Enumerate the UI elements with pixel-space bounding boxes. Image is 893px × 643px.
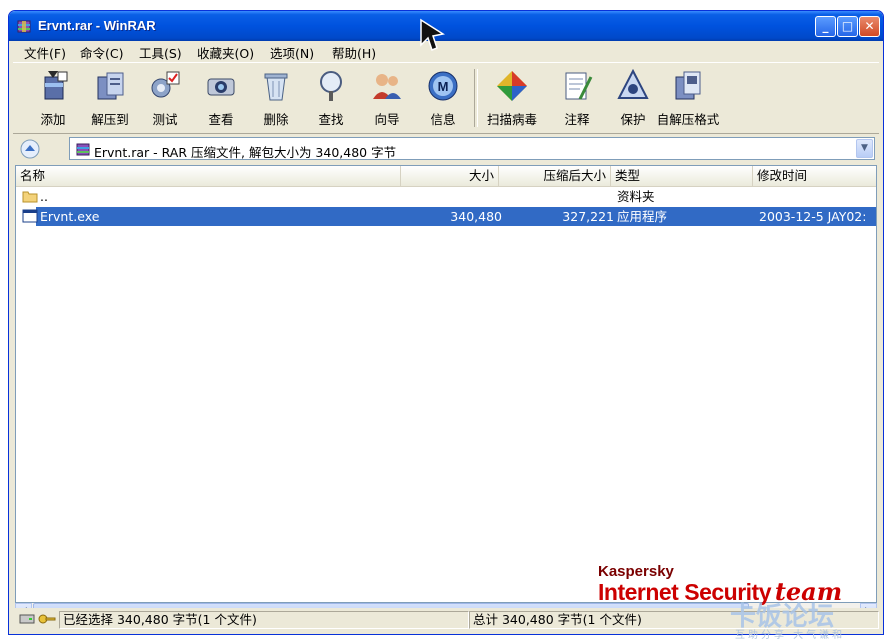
extract-to-button[interactable]: 解压到 <box>82 67 138 129</box>
comment-label: 注释 <box>564 112 590 127</box>
svg-text:M: M <box>438 79 449 94</box>
sfx-label: 自解压格式 <box>656 112 720 127</box>
file-list[interactable]: 名称 大小 压缩后大小 类型 修改时间 .. 资料夹 Ervnt.exe 340… <box>15 165 877 603</box>
file-modified: 2003-12-5 JAY02: <box>759 209 867 224</box>
key-icon[interactable] <box>38 613 56 625</box>
comment-button[interactable]: 注释 <box>549 67 605 129</box>
file-packed-size: 327,221 <box>562 209 614 224</box>
menu-file[interactable]: 文件(F) <box>24 43 66 62</box>
wizard-button[interactable]: 向导 <box>359 67 415 129</box>
menu-options[interactable]: 选项(N) <box>270 43 314 62</box>
delete-button[interactable]: 删除 <box>248 67 304 129</box>
test-icon <box>151 71 180 98</box>
column-modified[interactable]: 修改时间 <box>753 166 878 186</box>
protect-icon <box>617 69 649 99</box>
find-label: 查找 <box>318 112 344 127</box>
winrar-app-icon <box>17 20 31 33</box>
mouse-cursor-icon <box>420 18 445 51</box>
add-label: 添加 <box>40 112 66 127</box>
view-label: 查看 <box>208 112 234 127</box>
view-button[interactable]: 查看 <box>193 67 249 129</box>
status-selected-text: 已经选择 340,480 字节(1 个文件) <box>63 612 257 627</box>
sfx-icon <box>675 71 701 100</box>
sfx-button[interactable]: 自解压格式 <box>653 67 723 129</box>
winrar-window: Ervnt.rar - WinRAR _ □ ✕ 文件(F) 命令(C) 工具(… <box>8 10 884 635</box>
maximize-button[interactable]: □ <box>837 16 858 37</box>
address-field[interactable]: Ervnt.rar - RAR 压缩文件, 解包大小为 340,480 字节 ▼ <box>69 137 875 160</box>
extract-icon <box>97 72 124 100</box>
menu-help[interactable]: 帮助(H) <box>332 43 376 62</box>
drive-icon[interactable] <box>19 613 35 625</box>
find-icon <box>320 71 342 101</box>
folder-icon <box>22 191 38 203</box>
wizard-label: 向导 <box>374 112 400 127</box>
chevron-down-icon: ▼ <box>861 143 868 153</box>
status-total-text: 总计 340,480 字节(1 个文件) <box>473 612 642 627</box>
info-label: 信息 <box>430 112 456 127</box>
file-name: Ervnt.exe <box>40 209 100 224</box>
delete-label: 删除 <box>263 112 289 127</box>
address-text: Ervnt.rar - RAR 压缩文件, 解包大小为 340,480 字节 <box>94 145 397 160</box>
maximize-icon: □ <box>841 19 854 33</box>
menu-tools[interactable]: 工具(S) <box>139 43 182 62</box>
close-icon: ✕ <box>864 19 875 33</box>
up-folder-icon[interactable] <box>19 138 41 160</box>
toolbar-separator <box>474 69 478 127</box>
file-row-parent[interactable]: .. 资料夹 <box>16 187 876 206</box>
forum-slogan: 互助分享 大气谦和 <box>735 630 846 641</box>
menu-command[interactable]: 命令(C) <box>80 43 123 62</box>
column-packed[interactable]: 压缩后大小 <box>499 166 611 186</box>
column-name[interactable]: 名称 <box>16 166 401 186</box>
add-button[interactable]: 添加 <box>25 67 81 129</box>
window-title: Ervnt.rar - WinRAR <box>38 18 156 33</box>
view-icon <box>207 78 235 96</box>
find-button[interactable]: 查找 <box>303 67 359 129</box>
info-icon: M <box>428 71 458 101</box>
virus-scan-icon <box>497 71 527 101</box>
exe-icon <box>22 209 38 223</box>
file-type: 资料夹 <box>617 189 655 204</box>
close-button[interactable]: ✕ <box>859 16 880 37</box>
file-type: 应用程序 <box>617 209 668 224</box>
column-header: 名称 大小 压缩后大小 类型 修改时间 <box>16 166 876 187</box>
file-row-selected[interactable]: Ervnt.exe 340,480 327,221 应用程序 2003-12-5… <box>22 207 876 226</box>
minimize-icon: _ <box>822 19 829 33</box>
virus-scan-label: 扫描病毒 <box>486 112 537 127</box>
file-name: .. <box>40 189 48 204</box>
wizard-icon <box>373 74 401 99</box>
test-label: 测试 <box>152 112 178 127</box>
column-size[interactable]: 大小 <box>401 166 499 186</box>
file-size: 340,480 <box>450 209 502 224</box>
virus-scan-button[interactable]: 扫描病毒 <box>481 67 543 129</box>
add-archive-icon <box>44 71 68 100</box>
info-button[interactable]: M 信息 <box>415 67 471 129</box>
comment-icon <box>565 72 593 100</box>
rar-archive-icon <box>76 143 90 156</box>
test-button[interactable]: 测试 <box>137 67 193 129</box>
delete-icon <box>264 73 288 101</box>
minimize-button[interactable]: _ <box>815 16 836 37</box>
column-type[interactable]: 类型 <box>611 166 753 186</box>
extract-to-label: 解压到 <box>91 112 129 127</box>
address-dropdown-button[interactable]: ▼ <box>856 139 873 158</box>
toolbar: 添加 解压到 测试 查看 删除 查找 向导 M 信息 扫描病毒 注释 保护 自解… <box>13 62 879 134</box>
status-selected: 已经选择 340,480 字节(1 个文件) <box>59 611 469 629</box>
address-bar: Ervnt.rar - RAR 压缩文件, 解包大小为 340,480 字节 ▼ <box>13 134 879 164</box>
menu-favorites[interactable]: 收藏夹(O) <box>197 43 254 62</box>
